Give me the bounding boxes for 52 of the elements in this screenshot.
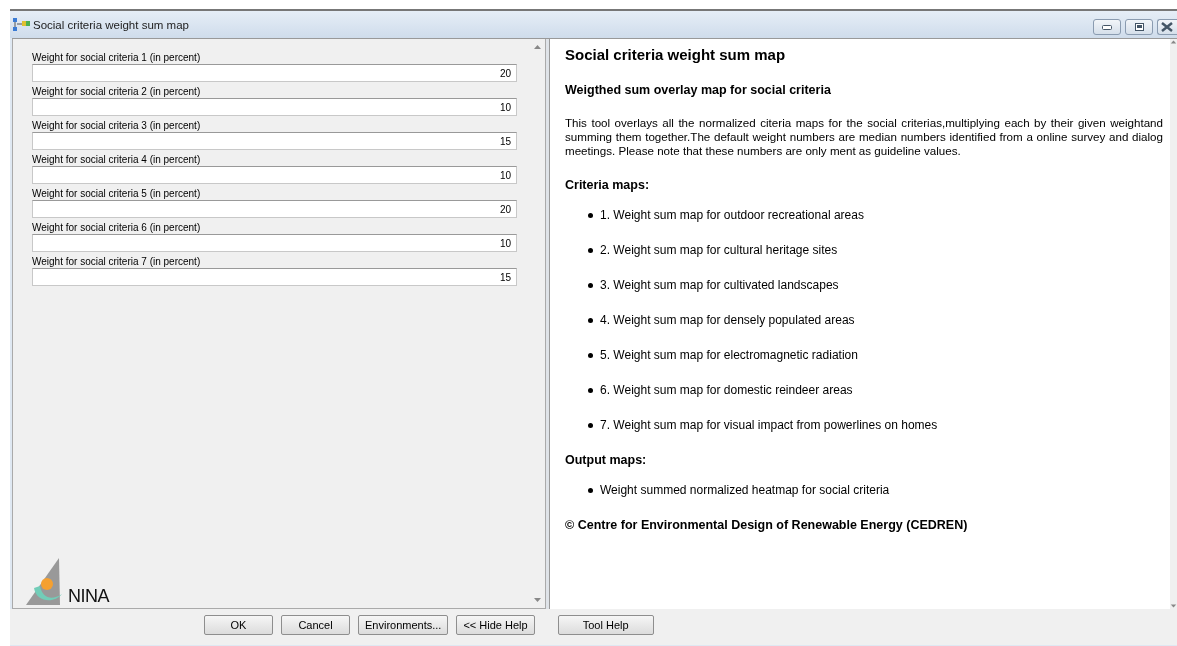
list-item: 5. Weight sum map for electromagnetic radiation [600,348,858,363]
list-item: 3. Weight sum map for cultivated landscapes [600,278,839,293]
list-item: 1. Weight sum map for outdoor recreational areas [600,208,864,223]
bullet-icon [588,353,593,358]
scroll-up-icon[interactable] [533,44,542,50]
section-heading: Criteria maps: [565,178,651,192]
field-label: Weight for social criteria 2 (in percent) [32,85,202,98]
bullet-icon [588,318,593,323]
bullet-icon [588,488,593,493]
maximize-button[interactable] [1125,19,1153,35]
dialog-button[interactable]: Tool Help [557,614,654,635]
list-item: 2. Weight sum map for cultural heritage sites [600,243,838,258]
input-field[interactable]: 15 [32,132,517,150]
logo-text: NINA [68,587,109,605]
input-field[interactable]: 15 [32,268,517,286]
minimize-button[interactable] [1093,19,1121,35]
input-field[interactable]: 20 [32,200,517,218]
field-label: Weight for social criteria 5 (in percent) [32,187,202,200]
list-item: 4. Weight sum map for densely populated areas [600,313,855,328]
close-icon [1161,22,1173,32]
input-field[interactable]: 10 [32,98,517,116]
dialog-button[interactable]: Cancel [281,614,350,635]
minimize-icon [1102,24,1112,30]
scroll-down-icon[interactable] [533,597,542,603]
help-subtitle: Weigthed sum overlay map for social criteria [565,83,832,97]
bullet-icon [588,423,593,428]
bullet-icon [588,388,593,393]
input-field[interactable]: 10 [32,166,517,184]
bullet-icon [588,283,593,288]
copyright-text: © Centre for Environmental Design of Renewable Energy (CEDREN) [565,518,969,532]
bullet-icon [588,213,593,218]
close-button[interactable] [1157,19,1177,35]
list-item: 7. Weight sum map for visual impact from powerlines on homes [600,418,938,433]
window-title: Social criteria weight sum map [33,18,189,31]
list-item: Weight summed normalized heatmap for social criteria [600,483,890,498]
dialog-button[interactable]: Environments... [358,614,449,635]
section-heading: Output maps: [565,453,648,467]
dialog-button[interactable]: OK [204,614,273,635]
field-label: Weight for social criteria 1 (in percent) [32,51,202,64]
field-label: Weight for social criteria 7 (in percent) [32,255,202,268]
help-title: Social criteria weight sum map [565,46,787,63]
field-label: Weight for social criteria 4 (in percent) [32,153,202,166]
maximize-icon [1134,23,1144,31]
dialog-button[interactable]: << Hide Help [456,614,535,635]
bullet-icon [588,248,593,253]
input-field[interactable]: 10 [32,234,517,252]
input-field[interactable]: 20 [32,64,517,82]
help-description: This tool overlays all the normalized citeria maps for the social criterias,multiplying each by their given weightand summing them together.The default weight numbers are median numbers identified from a online survey and dialog meetings. Please note that these numbers are only ment as guideline values. [565,116,1163,158]
field-label: Weight for social criteria 3 (in percent) [32,119,202,132]
list-item: 6. Weight sum map for domestic reindeer areas [600,383,853,398]
field-label: Weight for social criteria 6 (in percent) [32,221,202,234]
tool-icon [13,18,30,31]
